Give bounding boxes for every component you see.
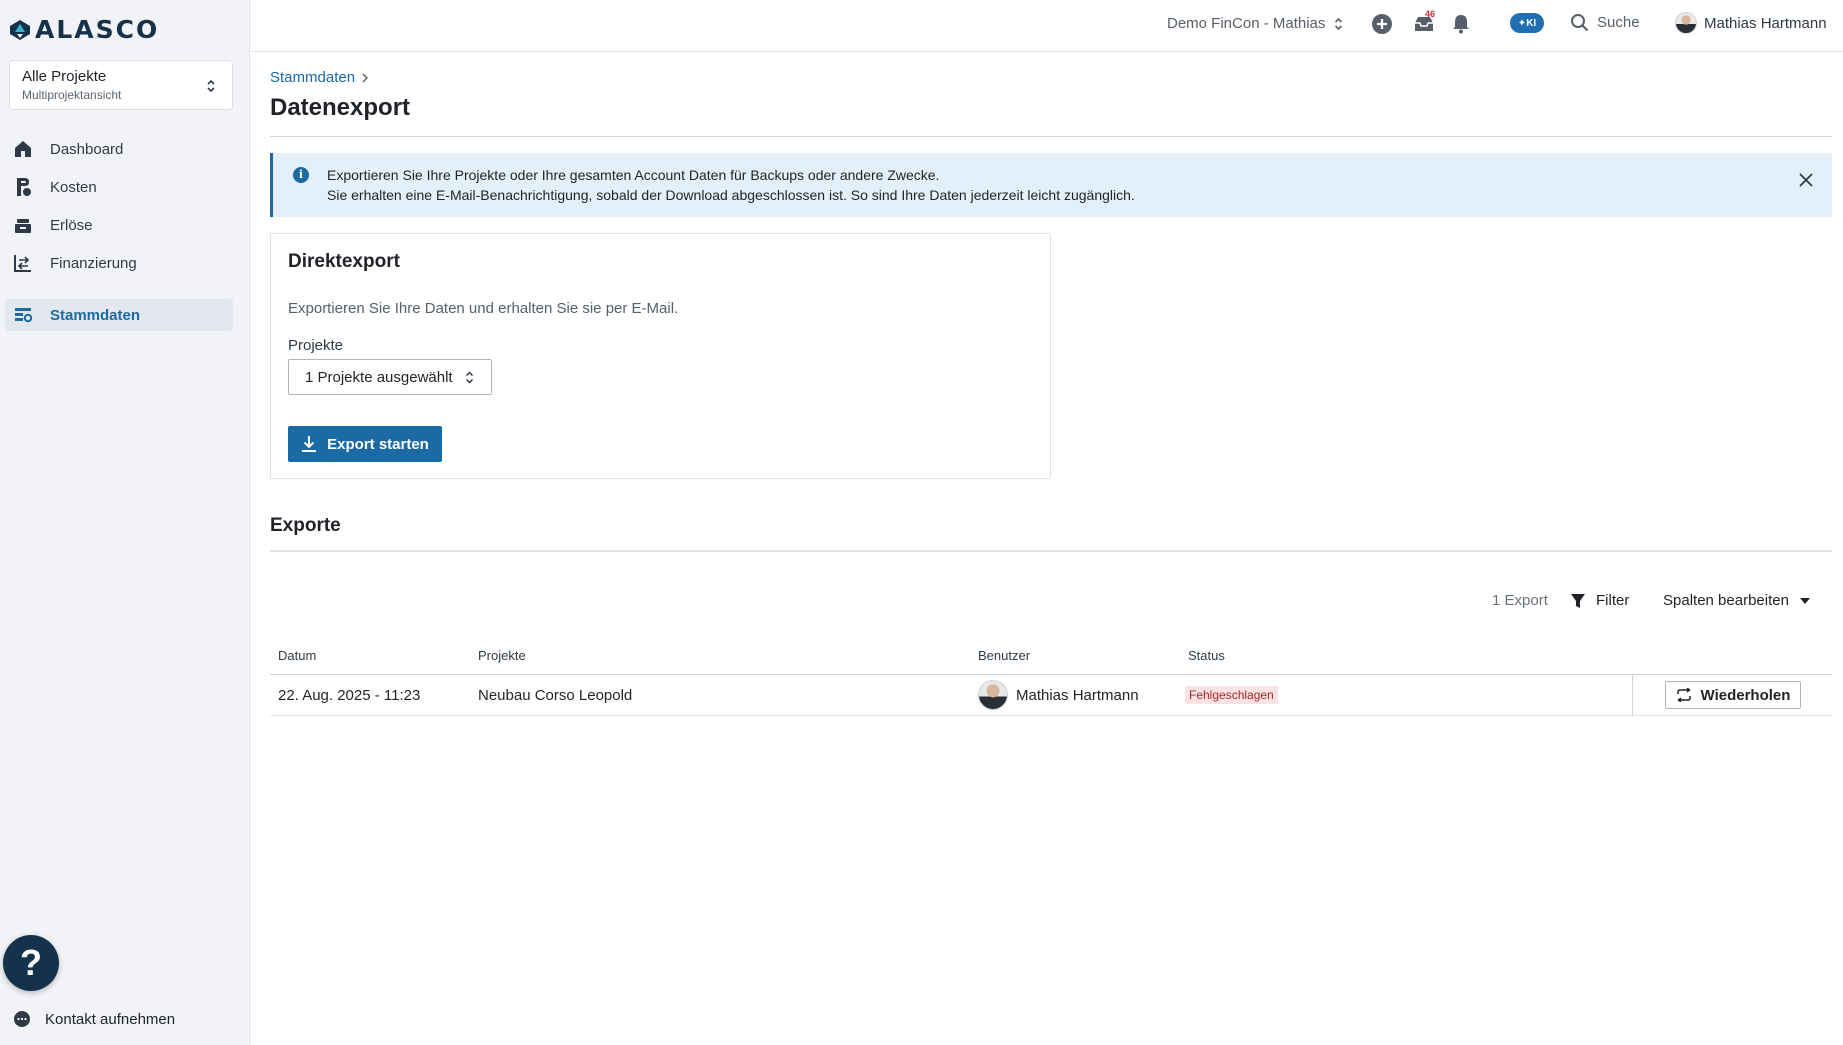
notifications-button[interactable] xyxy=(1449,12,1473,36)
master-data-icon xyxy=(13,305,33,325)
contact-link[interactable]: Kontakt aufnehmen xyxy=(13,1010,175,1028)
add-button[interactable] xyxy=(1370,12,1394,36)
alasco-logo[interactable]: ALASCO xyxy=(8,15,159,44)
search-label: Suche xyxy=(1597,14,1640,31)
divider xyxy=(270,550,1832,552)
cell-project: Neubau Corso Leopold xyxy=(478,687,633,704)
edit-columns-button[interactable]: Spalten bearbeiten xyxy=(1663,592,1811,609)
chat-icon xyxy=(14,1011,30,1027)
user-menu[interactable]: Mathias Hartmann xyxy=(1675,12,1827,34)
tenant-selector[interactable]: Demo FinCon - Mathias xyxy=(1167,15,1343,32)
contact-label: Kontakt aufnehmen xyxy=(45,1010,176,1028)
card-description: Exportieren Sie Ihre Daten und erhalten … xyxy=(288,300,679,317)
home-icon xyxy=(13,139,33,159)
direct-export-card: Direktexport Exportieren Sie Ihre Daten … xyxy=(270,233,1051,479)
sparkle-icon: ✦ xyxy=(1517,17,1527,29)
table-header: Datum Projekte Benutzer Status xyxy=(270,635,1832,675)
export-count: 1 Export xyxy=(1492,592,1548,609)
export-count-label: 1 Export xyxy=(1492,592,1548,609)
table-row: 22. Aug. 2025 - 11:23 Neubau Corso Leopo… xyxy=(270,675,1832,716)
filter-icon xyxy=(1571,593,1585,608)
projects-field-label: Projekte xyxy=(288,337,344,354)
sidebar-item-label: Kosten xyxy=(50,178,97,196)
caret-down-icon xyxy=(1799,597,1810,604)
retry-button[interactable]: Wiederholen xyxy=(1665,681,1801,709)
column-header-user[interactable]: Benutzer xyxy=(978,648,1030,663)
project-selector-title: Alle Projekte xyxy=(22,68,107,85)
info-line-1: Exportieren Sie Ihre Projekte oder Ihre … xyxy=(327,167,940,183)
search-icon xyxy=(1571,14,1589,32)
exports-table: Datum Projekte Benutzer Status 22. Aug. … xyxy=(270,635,1832,716)
inbox-count-badge: 46 xyxy=(1425,9,1436,19)
download-icon xyxy=(302,436,317,452)
sidebar-item-label: Stammdaten xyxy=(50,306,141,324)
avatar xyxy=(978,680,1008,710)
start-export-button[interactable]: Export starten xyxy=(288,426,442,462)
close-icon[interactable] xyxy=(1796,170,1816,190)
filter-button[interactable]: Filter xyxy=(1570,592,1629,609)
retry-label: Wiederholen xyxy=(1700,686,1791,704)
sidebar-nav: Dashboard Kosten Erlöse Finanzierung Sta… xyxy=(0,133,250,337)
ai-label: KI xyxy=(1526,17,1537,29)
project-selector[interactable]: Alle Projekte Multiprojektansicht xyxy=(9,60,233,110)
filter-label: Filter xyxy=(1596,592,1630,609)
logo-mark-icon xyxy=(10,19,30,40)
cell-date: 22. Aug. 2025 - 11:23 xyxy=(278,687,421,704)
user-name: Mathias Hartmann xyxy=(1704,14,1827,32)
costs-icon xyxy=(13,177,33,197)
chevron-right-icon xyxy=(362,73,369,82)
retry-icon xyxy=(1676,688,1691,702)
sidebar-item-erloese[interactable]: Erlöse xyxy=(5,209,233,241)
info-icon: i xyxy=(293,167,309,183)
cell-user-name: Mathias Hartmann xyxy=(1016,686,1139,704)
financing-icon xyxy=(13,253,33,273)
updown-chevron-icon xyxy=(465,371,474,384)
help-button[interactable]: ? xyxy=(3,935,59,991)
projects-select[interactable]: 1 Projekte ausgewählt xyxy=(288,359,492,395)
sidebar-item-label: Finanzierung xyxy=(50,254,137,272)
page-title: Datenexport xyxy=(270,94,411,121)
breadcrumb-link[interactable]: Stammdaten xyxy=(270,69,355,86)
projects-select-value: 1 Projekte ausgewählt xyxy=(305,369,453,386)
top-bar: Demo FinCon - Mathias 46 ✦ KI Suche Math… xyxy=(251,0,1843,52)
sidebar-item-stammdaten[interactable]: Stammdaten xyxy=(5,299,233,331)
project-selector-subtitle: Multiprojektansicht xyxy=(22,88,122,102)
updown-chevron-icon xyxy=(207,79,215,93)
column-header-date[interactable]: Datum xyxy=(278,648,316,663)
status-badge: Fehlgeschlagen xyxy=(1185,686,1278,704)
info-line-2: Sie erhalten eine E-Mail-Benachrichtigun… xyxy=(327,187,1135,203)
sidebar-item-dashboard[interactable]: Dashboard xyxy=(5,133,233,165)
logo-text: ALASCO xyxy=(35,15,160,44)
search-button[interactable]: Suche xyxy=(1570,13,1640,32)
bell-icon xyxy=(1453,15,1469,34)
cell-user: Mathias Hartmann xyxy=(978,680,1139,710)
revenue-icon xyxy=(13,215,33,235)
info-banner: i Exportieren Sie Ihre Projekte oder Ihr… xyxy=(270,153,1832,217)
tenant-name: Demo FinCon - Mathias xyxy=(1167,15,1326,32)
sidebar-item-finanzierung[interactable]: Finanzierung xyxy=(5,247,233,279)
avatar xyxy=(1675,12,1697,34)
exports-section-title: Exporte xyxy=(270,515,341,536)
plus-circle-icon xyxy=(1372,14,1392,34)
updown-chevron-icon xyxy=(1335,17,1343,30)
inbox-button[interactable]: 46 xyxy=(1412,9,1436,36)
help-button-label: ? xyxy=(20,942,42,983)
ai-assistant-button[interactable]: ✦ KI xyxy=(1510,13,1544,33)
column-header-status[interactable]: Status xyxy=(1188,648,1225,663)
edit-columns-label: Spalten bearbeiten xyxy=(1663,592,1789,609)
card-title: Direktexport xyxy=(288,251,400,272)
sidebar: ALASCO Alle Projekte Multiprojektansicht… xyxy=(0,0,250,1045)
start-export-label: Export starten xyxy=(327,435,429,453)
breadcrumb[interactable]: Stammdaten xyxy=(270,69,369,86)
sidebar-item-kosten[interactable]: Kosten xyxy=(5,171,233,203)
column-divider xyxy=(1632,675,1633,716)
sidebar-item-label: Dashboard xyxy=(50,140,124,158)
column-header-projects[interactable]: Projekte xyxy=(478,648,526,663)
divider xyxy=(270,136,1832,137)
sidebar-item-label: Erlöse xyxy=(50,216,93,234)
